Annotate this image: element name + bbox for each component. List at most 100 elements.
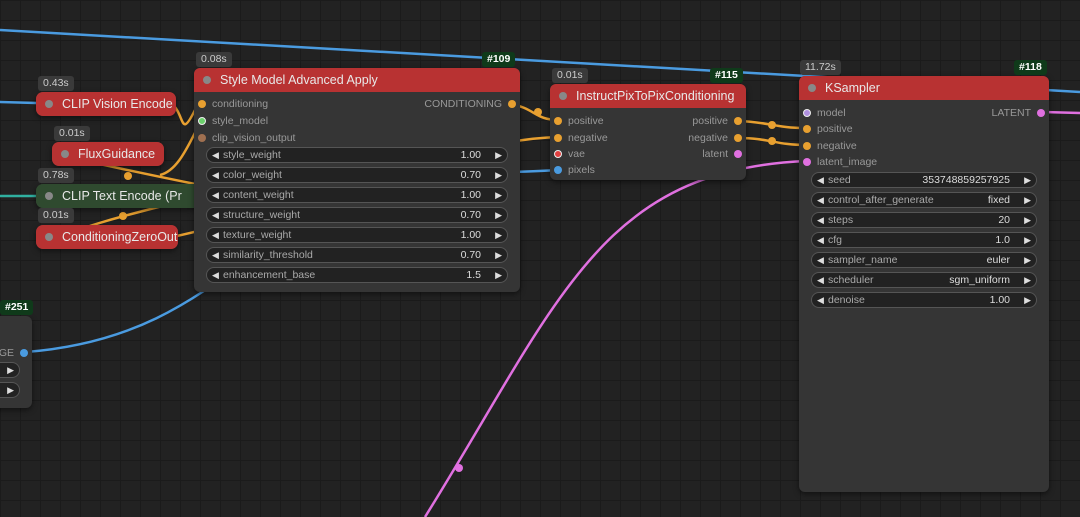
arrow-left-icon[interactable]: ◀ (817, 273, 824, 287)
collapse-dot-icon[interactable] (61, 150, 69, 158)
widget-scheduler[interactable]: ◀ scheduler sgm_uniform ▶ (811, 272, 1037, 288)
collapse-dot-icon[interactable] (45, 233, 53, 241)
input-slot-dot[interactable] (554, 166, 562, 174)
widget-value: 1.00 (460, 149, 481, 161)
arrow-right-icon[interactable]: ▶ (1024, 233, 1031, 247)
arrow-right-icon[interactable]: ▶ (495, 188, 502, 202)
clip-text-encode-node[interactable]: CLIP Text Encode (Pr (36, 184, 208, 208)
instruct-pix-node[interactable]: InstructPixToPixConditioning positive ne… (550, 84, 746, 180)
output-positive[interactable]: positive (692, 114, 742, 128)
arrow-right-icon[interactable]: ▶ (495, 168, 502, 182)
widget-structure-weight[interactable]: ◀ structure_weight 0.70 ▶ (206, 207, 508, 223)
arrow-right-icon[interactable]: ▶ (1024, 193, 1031, 207)
output-slot-dot[interactable] (1037, 109, 1045, 117)
widget-cfg[interactable]: ◀ cfg 1.0 ▶ (811, 232, 1037, 248)
input-slot-dot[interactable] (803, 142, 811, 150)
input-slot-dot[interactable] (803, 158, 811, 166)
input-conditioning[interactable]: conditioning (198, 97, 268, 111)
arrow-right-icon[interactable]: ▶ (7, 363, 14, 377)
arrow-left-icon[interactable]: ◀ (817, 233, 824, 247)
input-slot-dot[interactable] (554, 117, 562, 125)
collapse-dot-icon[interactable] (45, 100, 53, 108)
output-conditioning[interactable]: CONDITIONING (424, 97, 516, 111)
node-251-widget-1[interactable]: ▶ (0, 362, 20, 378)
widget-seed[interactable]: ◀ seed 353748859257925 ▶ (811, 172, 1037, 188)
widget-sampler-name[interactable]: ◀ sampler_name euler ▶ (811, 252, 1037, 268)
instruct-pix-timing: 0.01s (552, 68, 588, 83)
input-slot-dot[interactable] (803, 109, 811, 117)
input-positive[interactable]: positive (803, 122, 853, 136)
input-slot-dot[interactable] (198, 100, 206, 108)
widget-value: fixed (987, 194, 1010, 206)
widget-steps[interactable]: ◀ steps 20 ▶ (811, 212, 1037, 228)
arrow-right-icon[interactable]: ▶ (495, 248, 502, 262)
input-style-model[interactable]: style_model (198, 114, 268, 128)
input-slot-dot[interactable] (198, 117, 206, 125)
arrow-left-icon[interactable]: ◀ (817, 253, 824, 267)
arrow-right-icon[interactable]: ▶ (495, 148, 502, 162)
widget-value: 1.00 (989, 294, 1010, 306)
output-slot-dot[interactable] (734, 150, 742, 158)
arrow-right-icon[interactable]: ▶ (1024, 273, 1031, 287)
arrow-left-icon[interactable]: ◀ (212, 148, 219, 162)
collapse-dot-icon[interactable] (808, 84, 816, 92)
arrow-right-icon[interactable]: ▶ (1024, 293, 1031, 307)
collapse-dot-icon[interactable] (45, 192, 53, 200)
arrow-right-icon[interactable]: ▶ (1024, 213, 1031, 227)
arrow-left-icon[interactable]: ◀ (817, 193, 824, 207)
arrow-right-icon[interactable]: ▶ (1024, 173, 1031, 187)
output-latent[interactable]: latent (702, 147, 742, 161)
input-positive[interactable]: positive (554, 114, 604, 128)
input-slot-dot[interactable] (803, 125, 811, 133)
clip-vision-encode-node[interactable]: CLIP Vision Encode (36, 92, 176, 116)
widget-control-after-generate[interactable]: ◀ control_after_generate fixed ▶ (811, 192, 1037, 208)
widget-color-weight[interactable]: ◀ color_weight 0.70 ▶ (206, 167, 508, 183)
widget-label: style_weight (223, 149, 281, 161)
input-negative[interactable]: negative (803, 139, 857, 153)
arrow-left-icon[interactable]: ◀ (212, 228, 219, 242)
output-slot-dot[interactable] (734, 134, 742, 142)
arrow-left-icon[interactable]: ◀ (817, 213, 824, 227)
input-latent-image[interactable]: latent_image (803, 155, 877, 169)
input-clip-vision-output[interactable]: clip_vision_output (198, 131, 295, 145)
input-pixels[interactable]: pixels (554, 163, 595, 177)
widget-style-weight[interactable]: ◀ style_weight 1.00 ▶ (206, 147, 508, 163)
conditioning-zero-out-node[interactable]: ConditioningZeroOut (36, 225, 178, 249)
arrow-left-icon[interactable]: ◀ (212, 268, 219, 282)
input-slot-dot[interactable] (554, 150, 562, 158)
arrow-left-icon[interactable]: ◀ (817, 293, 824, 307)
arrow-right-icon[interactable]: ▶ (495, 208, 502, 222)
style-model-node[interactable]: Style Model Advanced Apply conditioning … (194, 68, 520, 292)
collapse-dot-icon[interactable] (203, 76, 211, 84)
collapse-dot-icon[interactable] (559, 92, 567, 100)
input-slot-dot[interactable] (554, 134, 562, 142)
input-model[interactable]: model (803, 106, 846, 120)
arrow-right-icon[interactable]: ▶ (495, 268, 502, 282)
ksampler-node[interactable]: KSampler model positive negative latent_… (799, 76, 1049, 492)
node-251[interactable]: AGE ▶ ▶ (0, 316, 32, 408)
arrow-left-icon[interactable]: ◀ (212, 188, 219, 202)
input-vae[interactable]: vae (554, 147, 585, 161)
input-slot-dot[interactable] (198, 134, 206, 142)
flux-guidance-node[interactable]: FluxGuidance (52, 142, 164, 166)
arrow-left-icon[interactable]: ◀ (817, 173, 824, 187)
widget-enhancement-base[interactable]: ◀ enhancement_base 1.5 ▶ (206, 267, 508, 283)
arrow-left-icon[interactable]: ◀ (212, 208, 219, 222)
widget-similarity-threshold[interactable]: ◀ similarity_threshold 0.70 ▶ (206, 247, 508, 263)
arrow-left-icon[interactable]: ◀ (212, 248, 219, 262)
arrow-right-icon[interactable]: ▶ (7, 383, 14, 397)
node-251-widget-2[interactable]: ▶ (0, 382, 20, 398)
widget-texture-weight[interactable]: ◀ texture_weight 1.00 ▶ (206, 227, 508, 243)
output-negative[interactable]: negative (688, 131, 742, 145)
input-negative[interactable]: negative (554, 131, 608, 145)
output-slot-dot[interactable] (734, 117, 742, 125)
arrow-left-icon[interactable]: ◀ (212, 168, 219, 182)
arrow-right-icon[interactable]: ▶ (1024, 253, 1031, 267)
output-slot-dot[interactable] (20, 349, 28, 357)
output-latent[interactable]: LATENT (992, 106, 1045, 120)
arrow-right-icon[interactable]: ▶ (495, 228, 502, 242)
output-slot-dot[interactable] (508, 100, 516, 108)
widget-denoise[interactable]: ◀ denoise 1.00 ▶ (811, 292, 1037, 308)
node-251-output[interactable]: AGE (0, 346, 28, 360)
widget-content-weight[interactable]: ◀ content_weight 1.00 ▶ (206, 187, 508, 203)
